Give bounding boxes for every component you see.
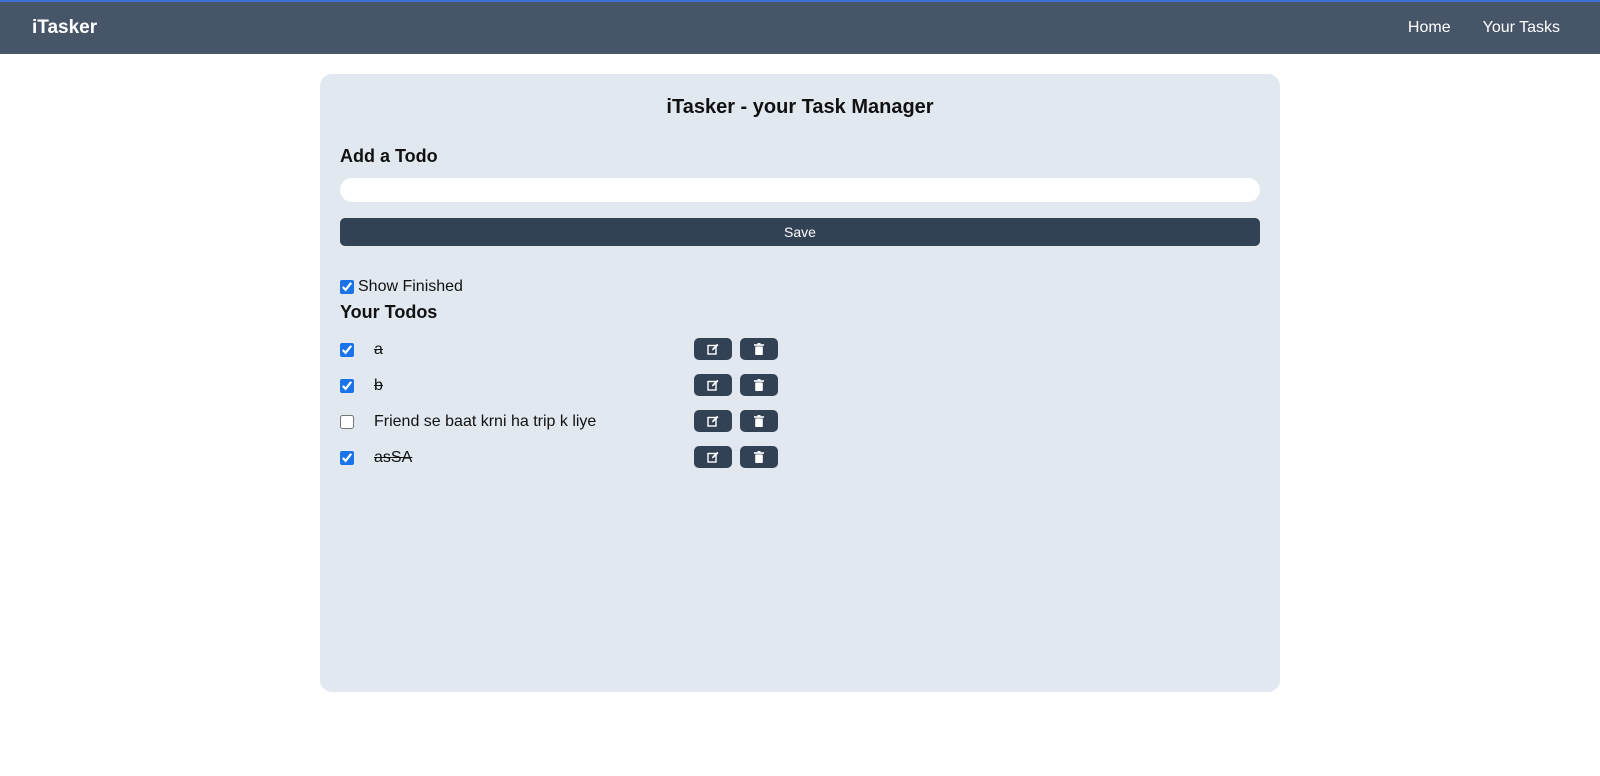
trash-icon	[754, 451, 764, 463]
nav-links: Home Your Tasks	[1376, 19, 1560, 37]
edit-icon	[707, 343, 719, 355]
todo-checkbox[interactable]	[340, 343, 354, 357]
edit-icon	[707, 379, 719, 391]
edit-button[interactable]	[694, 374, 732, 396]
brand-logo[interactable]: iTasker	[32, 17, 97, 39]
edit-icon	[707, 451, 719, 463]
todo-input[interactable]	[340, 178, 1260, 202]
page-title: iTasker - your Task Manager	[666, 96, 934, 118]
todo-item: b	[340, 374, 1260, 410]
show-finished-checkbox[interactable]	[340, 280, 354, 294]
save-button[interactable]: Save	[340, 218, 1260, 246]
todo-checkbox[interactable]	[340, 379, 354, 393]
todo-checkbox[interactable]	[340, 451, 354, 465]
todo-item: a	[340, 338, 1260, 374]
delete-button[interactable]	[740, 338, 778, 360]
todo-list: a b Friend se baat krni ha trip k liye a…	[340, 338, 1260, 482]
show-finished-label: Show Finished	[358, 278, 463, 295]
navbar: iTasker Home Your Tasks	[0, 0, 1600, 54]
edit-icon	[707, 415, 719, 427]
show-finished-toggle[interactable]: Show Finished	[340, 278, 463, 296]
nav-link-your-tasks[interactable]: Your Tasks	[1483, 19, 1560, 37]
todo-checkbox[interactable]	[340, 415, 354, 429]
edit-button[interactable]	[694, 446, 732, 468]
todo-item: asSA	[340, 446, 1260, 482]
todo-text: a	[374, 341, 383, 358]
trash-icon	[754, 343, 764, 355]
trash-icon	[754, 379, 764, 391]
trash-icon	[754, 415, 764, 427]
delete-button[interactable]	[740, 446, 778, 468]
todo-text: asSA	[374, 449, 413, 466]
your-todos-heading: Your Todos	[340, 302, 438, 322]
edit-button[interactable]	[694, 338, 732, 360]
todo-item: Friend se baat krni ha trip k liye	[340, 410, 1260, 446]
task-card: iTasker - your Task Manager Add a Todo S…	[320, 74, 1280, 692]
edit-button[interactable]	[694, 410, 732, 432]
delete-button[interactable]	[740, 374, 778, 396]
todo-text: b	[374, 377, 383, 394]
todo-text: Friend se baat krni ha trip k liye	[374, 413, 597, 430]
add-todo-heading: Add a Todo	[340, 146, 438, 166]
nav-link-home[interactable]: Home	[1408, 19, 1451, 37]
delete-button[interactable]	[740, 410, 778, 432]
